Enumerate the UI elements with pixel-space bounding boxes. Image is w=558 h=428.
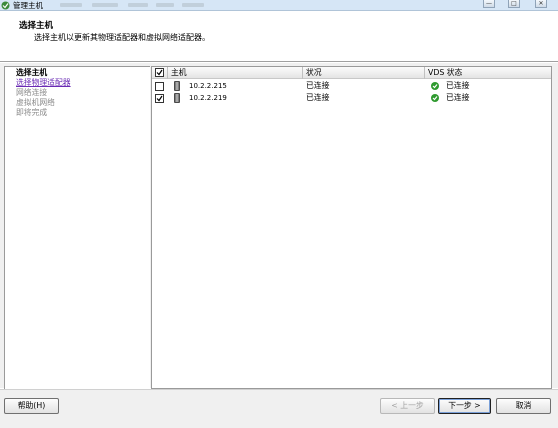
step-select-adapters[interactable]: 选择物理适配器 bbox=[16, 78, 71, 88]
table-row[interactable]: 10.2.2.215 已连接 已连接 bbox=[152, 80, 551, 92]
obscured-menu-text bbox=[156, 3, 174, 7]
wizard-header: 选择主机 选择主机以更新其物理适配器和虚拟网络适配器。 bbox=[0, 12, 558, 65]
title-bar: 管理主机 — □ ✕ bbox=[0, 0, 558, 11]
select-all-column bbox=[152, 67, 168, 79]
page-title: 选择主机 bbox=[19, 21, 54, 31]
select-all-checkbox[interactable] bbox=[155, 68, 164, 77]
window-title: 管理主机 bbox=[13, 1, 43, 10]
host-status: 已连接 bbox=[306, 93, 330, 102]
wizard-steps-panel: 选择主机 选择物理适配器 网络连接 虚拟机网络 即将完成 bbox=[4, 66, 150, 389]
maximize-button[interactable]: □ bbox=[508, 0, 520, 8]
server-icon bbox=[174, 93, 180, 103]
minimize-button[interactable]: — bbox=[483, 0, 495, 8]
cancel-button[interactable]: 取消 bbox=[496, 398, 551, 414]
obscured-menu-text bbox=[182, 3, 204, 7]
vsphere-icon bbox=[1, 1, 10, 10]
table-row[interactable]: 10.2.2.219 已连接 已连接 bbox=[152, 92, 551, 104]
step-select-host: 选择主机 bbox=[16, 68, 48, 77]
host-grid: 主机 状况 VDS 状态 10.2.2.215 已连接 已连接 10.2.2.2… bbox=[151, 66, 552, 389]
step-ready-to-complete: 即将完成 bbox=[16, 108, 48, 117]
vds-status: 已连接 bbox=[446, 81, 470, 90]
host-address: 10.2.2.215 bbox=[189, 82, 227, 90]
host-address: 10.2.2.219 bbox=[189, 94, 227, 102]
check-circle-icon bbox=[431, 94, 439, 102]
obscured-menu-text bbox=[128, 3, 148, 7]
row-checkbox[interactable] bbox=[155, 82, 164, 91]
column-header-host[interactable]: 主机 bbox=[168, 67, 303, 79]
host-status: 已连接 bbox=[306, 81, 330, 90]
step-vm-networking: 虚拟机网络 bbox=[16, 98, 55, 107]
grid-header: 主机 状况 VDS 状态 bbox=[152, 67, 551, 79]
obscured-menu-text bbox=[92, 3, 118, 7]
back-button[interactable]: < 上一步 bbox=[380, 398, 435, 414]
help-button[interactable]: 帮助(H) bbox=[4, 398, 59, 414]
column-header-status[interactable]: 状况 bbox=[303, 67, 425, 79]
row-checkbox[interactable] bbox=[155, 94, 164, 103]
next-button[interactable]: 下一步 > bbox=[438, 398, 491, 414]
vds-status: 已连接 bbox=[446, 93, 470, 102]
server-icon bbox=[174, 81, 180, 91]
obscured-menu-text bbox=[60, 3, 82, 7]
page-subtitle: 选择主机以更新其物理适配器和虚拟网络适配器。 bbox=[34, 33, 210, 42]
close-button[interactable]: ✕ bbox=[535, 0, 547, 8]
check-circle-icon bbox=[431, 82, 439, 90]
column-header-vds-status[interactable]: VDS 状态 bbox=[425, 67, 551, 79]
step-network-connectivity: 网络连接 bbox=[16, 88, 48, 97]
